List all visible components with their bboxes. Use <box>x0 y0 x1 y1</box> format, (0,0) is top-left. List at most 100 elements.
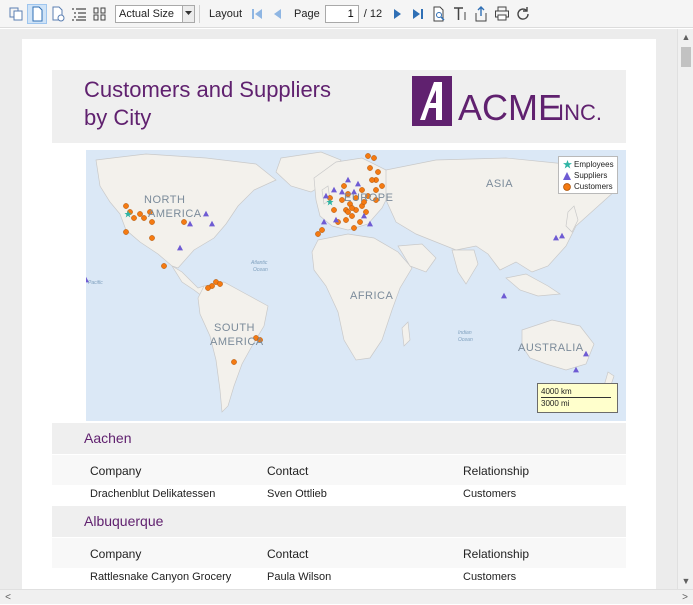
first-page-icon[interactable] <box>247 4 267 24</box>
legend-item-employees: Employees <box>562 159 614 170</box>
find-in-page-icon[interactable] <box>429 4 449 24</box>
customer-marker <box>341 183 347 189</box>
world-map[interactable]: NORTH AMERICA EUROPE ASIA AFRICA SOUTH A… <box>86 150 626 421</box>
customer-marker <box>369 177 375 183</box>
map-label-europe: EUROPE <box>344 192 394 204</box>
customer-marker <box>131 215 137 221</box>
outline-icon[interactable] <box>69 4 89 24</box>
city-name: Aachen <box>84 430 132 446</box>
report-page: Customers and Suppliers by City ACME INC… <box>22 39 656 589</box>
table-header: Company Contact Relationship <box>52 538 626 568</box>
customer-marker <box>375 169 381 175</box>
thumbnails-icon[interactable] <box>90 4 110 24</box>
star-icon <box>562 160 572 170</box>
previous-page-icon[interactable] <box>268 4 288 24</box>
customer-marker <box>357 219 363 225</box>
customer-marker <box>345 209 351 215</box>
map-legend: Employees Suppliers Customers <box>558 156 618 194</box>
refresh-icon[interactable] <box>513 4 533 24</box>
scale-km: 4000 km <box>541 386 611 398</box>
map-label-south-america-2: AMERICA <box>210 336 264 348</box>
circle-icon <box>562 182 572 192</box>
customer-marker <box>137 211 143 217</box>
report-title-line-2: by City <box>84 105 152 130</box>
customer-marker <box>365 153 371 159</box>
next-page-icon[interactable] <box>387 4 407 24</box>
map-label-indian: Indian <box>458 330 472 336</box>
cell-contact: Paula Wilson <box>267 571 332 583</box>
chevron-down-icon[interactable] <box>182 5 194 22</box>
scroll-right-icon[interactable]: > <box>677 590 693 605</box>
customer-marker <box>367 165 373 171</box>
scale-mi: 3000 mi <box>541 399 570 408</box>
map-scale: 4000 km 3000 mi <box>537 383 618 413</box>
table-header: Company Contact Relationship <box>52 455 626 485</box>
report-title: Customers and Suppliers by City <box>84 76 384 132</box>
customer-marker <box>123 229 129 235</box>
customer-marker <box>349 205 355 211</box>
single-page-icon[interactable] <box>27 3 47 24</box>
map-label-indian-2: Ocean <box>458 337 473 343</box>
southeast-asia-landmass <box>505 273 562 297</box>
scroll-down-icon[interactable]: ▼ <box>678 573 693 589</box>
column-header-company: Company <box>90 464 142 478</box>
scroll-left-icon[interactable]: < <box>0 590 16 605</box>
zoom-value: Actual Size <box>119 7 175 20</box>
horizontal-scrollbar[interactable]: < > <box>0 589 693 604</box>
export-icon[interactable] <box>471 4 491 24</box>
map-label-asia: ASIA <box>486 178 514 190</box>
customer-marker <box>319 227 325 233</box>
last-page-icon[interactable] <box>408 4 428 24</box>
cell-contact: Sven Ottlieb <box>267 488 327 500</box>
logo-suffix: INC. <box>558 100 602 125</box>
supplier-marker <box>501 292 507 299</box>
customer-marker <box>351 225 357 231</box>
page-settings-icon[interactable] <box>48 4 68 24</box>
map-canvas <box>86 151 617 413</box>
column-header-relationship: Relationship <box>463 464 530 478</box>
column-header-contact: Contact <box>267 547 309 561</box>
column-header-contact: Contact <box>267 464 309 478</box>
logo-text: ACME <box>458 87 562 128</box>
customer-marker <box>379 183 385 189</box>
page-number-input[interactable] <box>324 4 359 23</box>
map-label-north-america-2: AMERICA <box>148 208 202 220</box>
acme-logo: ACME INC. <box>412 76 602 128</box>
customer-marker <box>181 219 187 225</box>
legend-label-customers: Customers <box>574 182 613 191</box>
cell-company: Rattlesnake Canyon Grocery <box>90 571 232 583</box>
zoom-select[interactable]: Actual Size <box>115 4 195 23</box>
scroll-up-icon[interactable]: ▲ <box>678 29 693 45</box>
map-label-africa: AFRICA <box>350 290 394 302</box>
madagascar-landmass <box>401 321 411 347</box>
customer-marker <box>149 219 155 225</box>
vertical-scrollbar[interactable]: ▲ ▼ <box>677 29 693 589</box>
city-group-header: Aachen <box>52 423 626 454</box>
legend-label-employees: Employees <box>574 160 614 169</box>
column-header-relationship: Relationship <box>463 547 530 561</box>
page-label: Page <box>294 7 320 20</box>
customer-marker <box>123 203 129 209</box>
map-label-pacific: Pacific <box>88 280 103 286</box>
customer-marker <box>343 217 349 223</box>
map-label-north-america: NORTH <box>144 194 186 206</box>
customer-marker <box>371 155 377 161</box>
customer-marker <box>349 213 355 219</box>
map-label-atlantic: Atlantic <box>251 260 268 266</box>
layout-button[interactable]: Layout <box>204 8 247 20</box>
document-viewport[interactable]: Customers and Suppliers by City ACME INC… <box>0 29 677 589</box>
column-header-company: Company <box>90 547 142 561</box>
scroll-thumb[interactable] <box>681 47 691 67</box>
copy-pages-icon[interactable] <box>6 4 26 24</box>
central-america-landmass <box>171 265 205 297</box>
map-label-south-america: SOUTH <box>214 322 255 334</box>
report-header: Customers and Suppliers by City ACME INC… <box>52 70 626 143</box>
city-group-header: Albuquerque <box>52 506 626 537</box>
cell-relationship: Customers <box>463 488 517 500</box>
customer-marker <box>331 207 337 213</box>
print-icon[interactable] <box>492 4 512 24</box>
text-select-icon[interactable] <box>450 4 470 24</box>
page-total: / 12 <box>363 7 383 20</box>
map-label-atlantic-2: Ocean <box>253 267 268 273</box>
city-name: Albuquerque <box>84 513 164 529</box>
